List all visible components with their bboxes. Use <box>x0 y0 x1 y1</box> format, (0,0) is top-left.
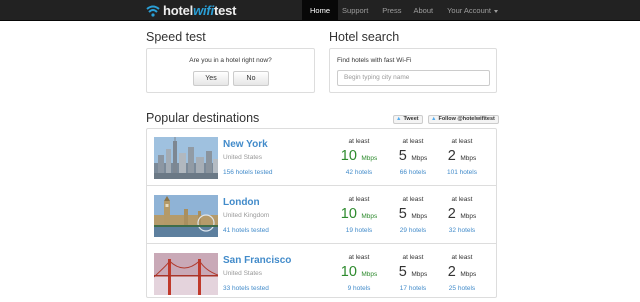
follow-label: Follow @hotelwifitest <box>438 116 495 122</box>
hotel-count-link[interactable]: 32 hotels <box>434 227 490 234</box>
country-name: United States <box>223 154 263 161</box>
san-francisco-photo <box>154 253 218 295</box>
destination-row[interactable]: San Francisco United States 33 hotels te… <box>147 245 496 302</box>
hotel-count-link[interactable]: 29 hotels <box>385 227 441 234</box>
speed-stat-5: at least 5 Mbps 29 hotels <box>385 196 441 234</box>
speed-value: 2 <box>447 264 456 280</box>
hotel-question: Are you in a hotel right now? <box>189 57 272 64</box>
speed-unit: Mbps <box>411 213 428 220</box>
caret-down-icon <box>494 9 499 13</box>
nav-press[interactable]: Press <box>378 0 409 21</box>
nav-your-account[interactable]: Your Account <box>441 0 506 21</box>
speed-test-title: Speed test <box>146 30 206 44</box>
nav-your-account-label: Your Account <box>447 6 492 15</box>
speed-unit: Mbps <box>460 155 477 162</box>
hotel-count-link[interactable]: 66 hotels <box>385 169 441 176</box>
city-name[interactable]: New York <box>223 139 268 150</box>
london-photo <box>154 195 218 237</box>
speed-unit: Mbps <box>361 271 378 278</box>
speed-value: 2 <box>447 148 456 164</box>
hotels-tested-link[interactable]: 33 hotels tested <box>223 285 269 292</box>
at-least-label: at least <box>451 254 473 261</box>
speed-stat-10: at least 10 Mbps 19 hotels <box>331 196 387 234</box>
at-least-label: at least <box>451 196 473 203</box>
speed-unit: Mbps <box>361 155 378 162</box>
wifi-logo-icon <box>146 5 160 17</box>
city-name[interactable]: San Francisco <box>223 255 291 266</box>
hotel-count-link[interactable]: 42 hotels <box>331 169 387 176</box>
hotel-count-link[interactable]: 19 hotels <box>331 227 387 234</box>
tweet-button[interactable]: ▲ Tweet <box>393 115 423 124</box>
twitter-bird-icon: ▲ <box>431 116 437 122</box>
speed-stat-2: at least 2 Mbps 32 hotels <box>434 196 490 234</box>
find-hotels-label: Find hotels with fast Wi-Fi <box>337 57 412 64</box>
speed-stat-5: at least 5 Mbps 17 hotels <box>385 254 441 292</box>
brand-name: hotelwifitest <box>163 3 237 18</box>
no-button[interactable]: No <box>233 71 269 86</box>
destinations-list: New York United States 156 hotels tested… <box>146 128 497 298</box>
nav-about[interactable]: About <box>409 0 441 21</box>
destination-row[interactable]: New York United States 156 hotels tested… <box>147 129 496 186</box>
city-name[interactable]: London <box>223 197 260 208</box>
country-name: United Kingdom <box>223 212 270 219</box>
yes-button[interactable]: Yes <box>193 71 229 86</box>
twitter-bird-icon: ▲ <box>396 116 402 122</box>
hotels-tested-link[interactable]: 41 hotels tested <box>223 227 269 234</box>
popular-destinations-title: Popular destinations <box>146 111 260 125</box>
hotel-count-link[interactable]: 9 hotels <box>331 285 387 292</box>
speed-value: 5 <box>398 264 407 280</box>
speed-stat-2: at least 2 Mbps 101 hotels <box>434 138 490 176</box>
tweet-label: Tweet <box>403 116 419 122</box>
at-least-label: at least <box>402 196 424 203</box>
at-least-label: at least <box>348 138 370 145</box>
speed-value: 5 <box>398 206 407 222</box>
hotel-count-link[interactable]: 101 hotels <box>434 169 490 176</box>
speed-stat-5: at least 5 Mbps 66 hotels <box>385 138 441 176</box>
speed-stat-2: at least 2 Mbps 25 hotels <box>434 254 490 292</box>
main-nav: Home Support Press About Your Account <box>302 0 506 21</box>
speed-value: 10 <box>340 264 357 280</box>
speed-value: 5 <box>398 148 407 164</box>
new-york-photo <box>154 137 218 179</box>
follow-button[interactable]: ▲ Follow @hotelwifitest <box>428 115 499 124</box>
at-least-label: at least <box>402 138 424 145</box>
speed-stat-10: at least 10 Mbps 42 hotels <box>331 138 387 176</box>
speed-unit: Mbps <box>361 213 378 220</box>
hotel-search-panel: Find hotels with fast Wi-Fi Begin typing… <box>329 48 497 93</box>
hotel-count-link[interactable]: 17 hotels <box>385 285 441 292</box>
speed-value: 10 <box>340 206 357 222</box>
speed-value: 2 <box>447 206 456 222</box>
nav-home[interactable]: Home <box>302 0 339 21</box>
speed-unit: Mbps <box>460 213 477 220</box>
destination-row[interactable]: London United Kingdom 41 hotels tested a… <box>147 187 496 244</box>
speed-unit: Mbps <box>411 155 428 162</box>
speed-stat-10: at least 10 Mbps 9 hotels <box>331 254 387 292</box>
at-least-label: at least <box>348 254 370 261</box>
speed-unit: Mbps <box>460 271 477 278</box>
hotel-search-title: Hotel search <box>329 30 400 44</box>
at-least-label: at least <box>451 138 473 145</box>
speed-test-panel: Are you in a hotel right now? Yes No <box>146 48 315 93</box>
speed-unit: Mbps <box>411 271 428 278</box>
city-search-input[interactable]: Begin typing city name <box>337 70 490 86</box>
hotels-tested-link[interactable]: 156 hotels tested <box>223 169 273 176</box>
top-navbar: hotelwifitest Home Support Press About Y… <box>0 0 640 21</box>
country-name: United States <box>223 270 263 277</box>
speed-value: 10 <box>340 148 357 164</box>
brand-logo[interactable]: hotelwifitest <box>146 2 236 19</box>
hotel-count-link[interactable]: 25 hotels <box>434 285 490 292</box>
nav-support[interactable]: Support <box>338 0 378 21</box>
at-least-label: at least <box>402 254 424 261</box>
at-least-label: at least <box>348 196 370 203</box>
